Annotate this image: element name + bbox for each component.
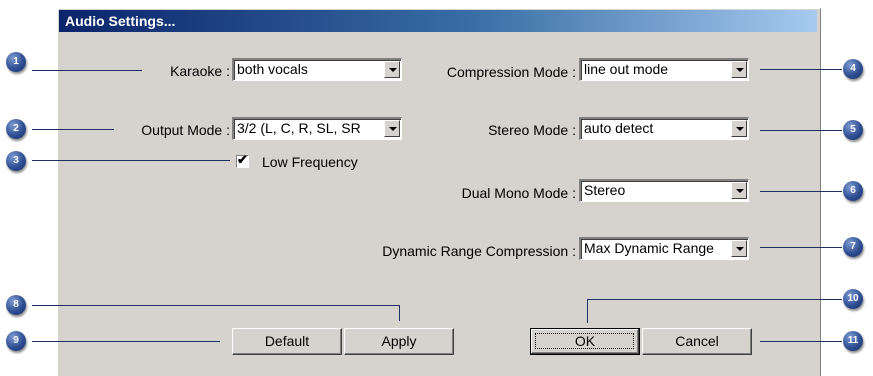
callout-line-7 bbox=[760, 247, 842, 248]
callout-badge-6: 6 bbox=[843, 181, 863, 201]
callout-badge-9: 9 bbox=[6, 331, 26, 351]
ok-button[interactable]: OK bbox=[530, 328, 640, 355]
compression-mode-value: line out mode bbox=[584, 61, 669, 77]
callout-line-9 bbox=[32, 341, 220, 342]
chevron-down-icon[interactable] bbox=[731, 182, 747, 199]
default-button[interactable]: Default bbox=[232, 328, 342, 355]
callout-badge-7: 7 bbox=[843, 237, 863, 257]
callout-badge-11: 11 bbox=[843, 331, 863, 351]
stereo-mode-select[interactable]: auto detect bbox=[579, 117, 749, 140]
callout-line-11 bbox=[760, 341, 842, 342]
stereo-mode-value: auto detect bbox=[584, 120, 654, 136]
callout-badge-5: 5 bbox=[843, 120, 863, 140]
dynamic-range-value: Max Dynamic Range bbox=[584, 240, 714, 256]
callout-line-5 bbox=[760, 130, 842, 131]
dual-mono-mode-value: Stereo bbox=[584, 182, 626, 198]
chevron-down-icon[interactable] bbox=[731, 240, 747, 257]
apply-button[interactable]: Apply bbox=[344, 328, 454, 355]
output-mode-label: Output Mode : bbox=[141, 122, 230, 138]
karaoke-label: Karaoke : bbox=[170, 63, 230, 79]
output-mode-value: 3/2 (L, C, R, SL, SR bbox=[237, 120, 361, 136]
cancel-button[interactable]: Cancel bbox=[642, 328, 752, 355]
dual-mono-mode-select[interactable]: Stereo bbox=[579, 179, 749, 202]
callout-badge-3: 3 bbox=[6, 151, 26, 171]
checkmark-icon: ✔ bbox=[237, 152, 248, 167]
callout-line-1 bbox=[32, 70, 142, 71]
low-frequency-checkbox[interactable]: ✔ bbox=[236, 152, 249, 168]
callout-badge-8: 8 bbox=[6, 295, 26, 315]
chevron-down-icon[interactable] bbox=[731, 120, 747, 137]
callout-line-8 bbox=[32, 305, 400, 306]
karaoke-select[interactable]: both vocals bbox=[232, 58, 402, 81]
callout-line-10-drop bbox=[587, 299, 588, 323]
callout-badge-1: 1 bbox=[6, 52, 26, 72]
callout-line-10 bbox=[587, 299, 842, 300]
output-mode-select[interactable]: 3/2 (L, C, R, SL, SR bbox=[232, 117, 402, 140]
stereo-mode-label: Stereo Mode : bbox=[488, 122, 576, 138]
chevron-down-icon[interactable] bbox=[384, 61, 400, 78]
callout-badge-4: 4 bbox=[843, 59, 863, 79]
callout-line-4 bbox=[760, 69, 842, 70]
chevron-down-icon[interactable] bbox=[384, 120, 400, 137]
callout-line-6 bbox=[760, 191, 842, 192]
callout-line-2 bbox=[32, 129, 114, 130]
compression-mode-select[interactable]: line out mode bbox=[579, 58, 749, 81]
dynamic-range-select[interactable]: Max Dynamic Range bbox=[579, 237, 749, 260]
dynamic-range-label: Dynamic Range Compression : bbox=[382, 243, 576, 259]
dialog-title: Audio Settings... bbox=[65, 13, 176, 29]
compression-mode-label: Compression Mode : bbox=[446, 64, 576, 80]
focus-indicator bbox=[535, 333, 634, 349]
karaoke-value: both vocals bbox=[237, 61, 308, 77]
chevron-down-icon[interactable] bbox=[731, 61, 747, 78]
callout-line-8-drop bbox=[399, 305, 400, 321]
dual-mono-mode-label: Dual Mono Mode : bbox=[461, 185, 576, 201]
callout-badge-2: 2 bbox=[6, 119, 26, 139]
dialog-title-bar: Audio Settings... bbox=[59, 10, 817, 32]
callout-line-3 bbox=[32, 160, 230, 161]
callout-badge-10: 10 bbox=[843, 289, 863, 309]
low-frequency-label: Low Frequency bbox=[262, 154, 358, 170]
